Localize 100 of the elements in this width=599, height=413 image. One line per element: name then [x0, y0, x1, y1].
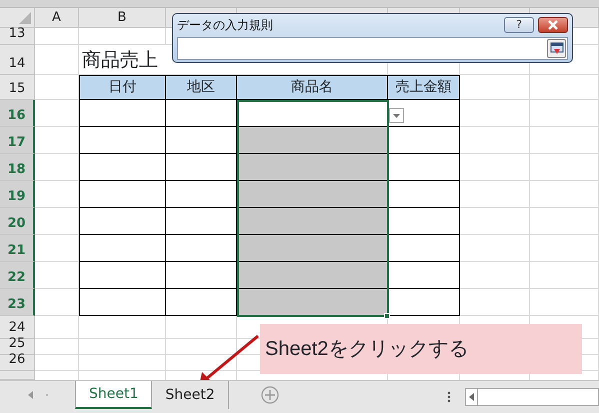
- grid-cell[interactable]: [460, 127, 530, 154]
- range-input-field[interactable]: [177, 37, 568, 60]
- table-cell[interactable]: [166, 262, 237, 289]
- grid-cell[interactable]: [530, 289, 599, 316]
- row-header[interactable]: 26: [0, 355, 35, 371]
- table-cell[interactable]: [166, 100, 237, 127]
- help-button[interactable]: ?: [504, 17, 534, 33]
- grid-cell[interactable]: [35, 316, 79, 339]
- grid-cell[interactable]: [166, 355, 237, 371]
- collapse-icon: [550, 42, 564, 55]
- scroll-left-icon[interactable]: [28, 391, 34, 399]
- grid-cell[interactable]: [460, 154, 530, 181]
- row-header[interactable]: 13: [0, 28, 35, 45]
- table-cell[interactable]: [79, 127, 166, 154]
- grid-cell[interactable]: [35, 235, 79, 262]
- table-cell[interactable]: [237, 154, 388, 181]
- grid-cell[interactable]: [35, 154, 79, 181]
- row-header[interactable]: 17: [0, 127, 35, 154]
- grid-cell[interactable]: [35, 28, 79, 45]
- select-all-icon[interactable]: [19, 12, 31, 24]
- table-cell[interactable]: [388, 262, 460, 289]
- row-header[interactable]: 22: [0, 262, 35, 289]
- expand-dialog-button[interactable]: [547, 39, 566, 58]
- grid-cell[interactable]: [35, 355, 79, 371]
- grid-cell[interactable]: [530, 262, 599, 289]
- row-header[interactable]: 15: [0, 75, 35, 100]
- table-cell[interactable]: [166, 235, 237, 262]
- splitter-handle-icon[interactable]: [446, 391, 451, 403]
- table-cell[interactable]: [388, 127, 460, 154]
- grid-cell[interactable]: [35, 289, 79, 316]
- grid-cell[interactable]: [35, 127, 79, 154]
- table-cell[interactable]: [388, 100, 460, 127]
- table-cell[interactable]: [79, 100, 166, 127]
- fill-handle[interactable]: [384, 313, 390, 319]
- grid-cell[interactable]: [460, 75, 530, 100]
- table-cell[interactable]: [79, 181, 166, 208]
- grid-cell[interactable]: [166, 339, 237, 355]
- grid-cell[interactable]: [530, 100, 599, 127]
- row-header[interactable]: 21: [0, 235, 35, 262]
- dropdown-button[interactable]: [389, 108, 404, 123]
- table-cell[interactable]: [388, 235, 460, 262]
- close-button[interactable]: [538, 17, 568, 33]
- table-cell[interactable]: [388, 208, 460, 235]
- table-cell[interactable]: [79, 235, 166, 262]
- table-cell[interactable]: [166, 154, 237, 181]
- table-cell[interactable]: [388, 154, 460, 181]
- grid-cell[interactable]: [79, 355, 166, 371]
- table-cell[interactable]: [237, 208, 388, 235]
- grid-cell[interactable]: [460, 181, 530, 208]
- grid-cell[interactable]: [35, 262, 79, 289]
- grid-cell[interactable]: [79, 316, 166, 339]
- grid-cell[interactable]: [460, 262, 530, 289]
- table-cell[interactable]: [237, 181, 388, 208]
- table-cell[interactable]: [79, 208, 166, 235]
- grid-cell[interactable]: [35, 45, 79, 75]
- table-cell[interactable]: [237, 235, 388, 262]
- table-cell[interactable]: [388, 181, 460, 208]
- row-header[interactable]: 25: [0, 339, 35, 355]
- grid-cell[interactable]: [166, 316, 237, 339]
- table-cell[interactable]: [166, 208, 237, 235]
- table-cell[interactable]: [166, 289, 237, 316]
- sheet-tab[interactable]: Sheet1: [75, 381, 152, 409]
- row-header[interactable]: 16: [0, 100, 35, 127]
- table-cell[interactable]: [166, 181, 237, 208]
- grid-cell[interactable]: [35, 100, 79, 127]
- scroll-right-icon[interactable]: [44, 391, 50, 399]
- table-cell[interactable]: [79, 154, 166, 181]
- horizontal-scrollbar[interactable]: [464, 388, 599, 406]
- sheet-title: 商品売上: [82, 48, 158, 72]
- grid-cell[interactable]: [35, 181, 79, 208]
- table-cell[interactable]: [79, 262, 166, 289]
- row-header[interactable]: 23: [0, 289, 35, 316]
- grid-cell[interactable]: [79, 339, 166, 355]
- grid-cell[interactable]: [530, 208, 599, 235]
- table-cell[interactable]: [166, 127, 237, 154]
- grid-cell[interactable]: [530, 181, 599, 208]
- grid-cell[interactable]: [530, 154, 599, 181]
- grid-cell[interactable]: [460, 208, 530, 235]
- row-header[interactable]: 14: [0, 45, 35, 75]
- add-sheet-icon[interactable]: [260, 386, 279, 404]
- table-cell[interactable]: [237, 289, 388, 316]
- grid-cell[interactable]: [35, 339, 79, 355]
- grid-cell[interactable]: [79, 28, 166, 45]
- table-cell[interactable]: [237, 127, 388, 154]
- grid-cell[interactable]: [460, 235, 530, 262]
- row-header[interactable]: 18: [0, 154, 35, 181]
- table-cell[interactable]: [79, 289, 166, 316]
- grid-cell[interactable]: [460, 289, 530, 316]
- grid-cell[interactable]: [35, 208, 79, 235]
- grid-cell[interactable]: [530, 235, 599, 262]
- sheet-tab[interactable]: Sheet2: [152, 381, 229, 409]
- grid-cell[interactable]: [530, 127, 599, 154]
- row-header[interactable]: [0, 371, 35, 380]
- grid-cell[interactable]: [530, 75, 599, 100]
- row-header[interactable]: 24: [0, 316, 35, 339]
- row-header[interactable]: 20: [0, 208, 35, 235]
- column-header[interactable]: B: [118, 8, 126, 28]
- row-header[interactable]: 19: [0, 181, 35, 208]
- grid-cell[interactable]: [460, 100, 530, 127]
- table-cell[interactable]: [237, 262, 388, 289]
